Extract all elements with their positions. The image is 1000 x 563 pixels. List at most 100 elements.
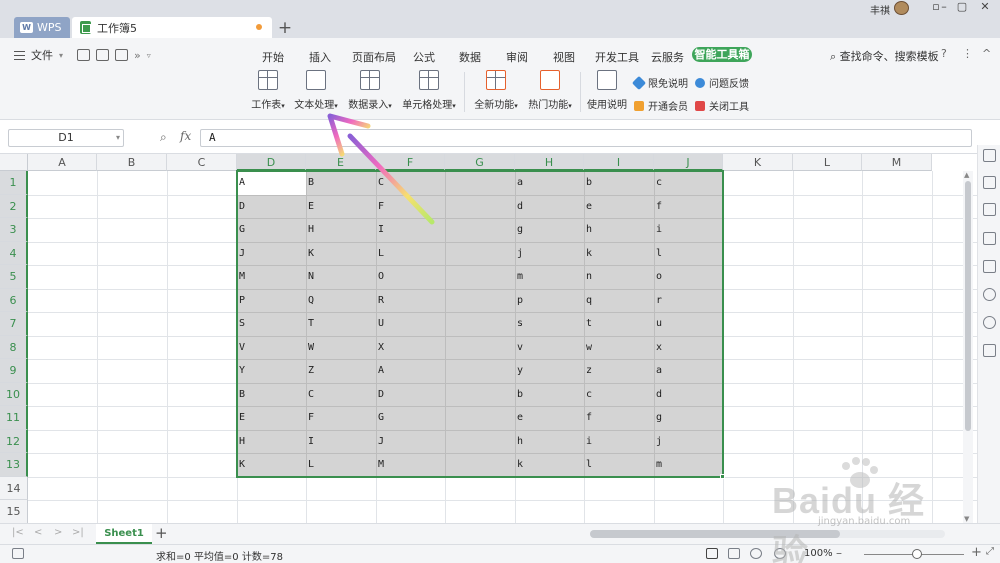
column-header-j[interactable]: J xyxy=(654,154,723,171)
zoom-level[interactable]: 100% xyxy=(804,548,833,559)
add-sheet-button[interactable]: + xyxy=(155,524,168,543)
column-header-k[interactable]: K xyxy=(723,154,793,171)
page-layout-view-icon[interactable] xyxy=(728,548,740,559)
tab-wps[interactable]: W WPS xyxy=(14,17,70,38)
fill-handle[interactable] xyxy=(720,473,725,479)
column-header-g[interactable]: G xyxy=(445,154,515,171)
cell-processing-button[interactable]: 单元格处理▾ xyxy=(400,70,458,111)
tab-page-layout[interactable]: 页面布局 xyxy=(352,49,396,65)
row-header-2[interactable]: 2 xyxy=(0,194,28,218)
data-entry-button[interactable]: 数据录入▾ xyxy=(345,70,395,111)
collapse-ribbon-icon[interactable]: ^ xyxy=(982,47,991,60)
column-header-a[interactable]: A xyxy=(28,154,97,171)
instructions-button[interactable]: 使用说明 xyxy=(586,70,628,111)
column-header-l[interactable]: L xyxy=(793,154,862,171)
command-search[interactable]: ⌕ 查找命令、搜索模板 xyxy=(830,48,939,64)
history-icon[interactable] xyxy=(983,288,996,301)
row-header-15[interactable]: 15 xyxy=(0,500,28,523)
tab-formulas[interactable]: 公式 xyxy=(413,49,435,65)
customize-icon[interactable]: ▿ xyxy=(147,51,151,60)
tab-developer[interactable]: 开发工具 xyxy=(595,49,639,65)
maximize-button[interactable]: ▢ xyxy=(952,0,972,14)
more-icon[interactable]: » xyxy=(134,49,141,62)
select-all-corner[interactable] xyxy=(0,154,28,171)
row-header-11[interactable]: 11 xyxy=(0,406,28,430)
menu-icon[interactable] xyxy=(14,50,25,60)
worksheet-button[interactable]: 工作表▾ xyxy=(248,70,288,111)
scroll-up-icon[interactable]: ▲ xyxy=(964,171,969,179)
row-header-14[interactable]: 14 xyxy=(0,476,28,500)
macro-icon[interactable] xyxy=(12,548,24,559)
user-name[interactable]: 丰祺 xyxy=(870,2,890,17)
save-icon[interactable] xyxy=(96,49,110,61)
row-header-8[interactable]: 8 xyxy=(0,335,28,359)
zoom-icon[interactable]: ⌕ xyxy=(160,130,167,145)
row-header-5[interactable]: 5 xyxy=(0,265,28,289)
vertical-scroll-thumb[interactable] xyxy=(965,181,971,431)
avatar[interactable] xyxy=(894,1,909,15)
pointer-icon[interactable] xyxy=(983,149,996,162)
zoom-slider-knob[interactable] xyxy=(912,549,922,559)
row-header-6[interactable]: 6 xyxy=(0,288,28,312)
zoom-out-button[interactable]: – xyxy=(836,546,842,560)
tab-home[interactable]: 开始 xyxy=(262,49,284,65)
file-menu[interactable]: 文件 xyxy=(31,47,53,63)
formula-input[interactable]: A xyxy=(200,129,972,147)
row-header-7[interactable]: 7 xyxy=(0,312,28,336)
help-icon[interactable] xyxy=(983,316,996,329)
close-button[interactable]: ✕ xyxy=(975,0,995,14)
open-icon[interactable] xyxy=(77,49,91,61)
more-options-icon[interactable]: ⋮ xyxy=(962,47,973,60)
row-header-10[interactable]: 10 xyxy=(0,382,28,406)
normal-view-icon[interactable] xyxy=(706,548,718,559)
close-tool-link[interactable]: 关闭工具 xyxy=(695,98,749,113)
new-features-button[interactable]: 全新功能▾ xyxy=(471,70,521,111)
name-box[interactable]: D1 ▾ xyxy=(8,129,124,147)
column-header-i[interactable]: I xyxy=(584,154,654,171)
new-tab-button[interactable]: + xyxy=(276,18,294,38)
settings-icon[interactable] xyxy=(983,203,996,216)
next-sheet-icon[interactable]: > xyxy=(54,527,62,538)
feedback-link[interactable]: 问题反馈 xyxy=(695,75,749,90)
print-icon[interactable] xyxy=(115,49,129,61)
row-header-13[interactable]: 13 xyxy=(0,453,28,477)
scroll-down-icon[interactable]: ▼ xyxy=(964,515,969,523)
page-break-view-icon[interactable] xyxy=(750,548,762,559)
row-header-9[interactable]: 9 xyxy=(0,359,28,383)
spreadsheet-grid[interactable]: A B C D E F G H I J K L M 1 2 3 4 5 6 7 8 9 10 11 12 13 14 15 A B Ca b c… xyxy=(0,154,977,523)
column-header-d[interactable]: D xyxy=(237,154,306,171)
tab-view[interactable]: 视图 xyxy=(553,49,575,65)
membership-link[interactable]: 开通会员 xyxy=(634,98,688,113)
minimize-button[interactable]: – xyxy=(934,0,954,14)
first-sheet-icon[interactable]: |< xyxy=(12,527,24,538)
fullscreen-icon[interactable]: ⤢ xyxy=(986,546,994,557)
tab-review[interactable]: 审阅 xyxy=(506,49,528,65)
tab-cloud[interactable]: 云服务 xyxy=(651,49,684,65)
prev-sheet-icon[interactable]: < xyxy=(34,527,42,538)
row-header-4[interactable]: 4 xyxy=(0,241,28,265)
tab-smart-toolbox[interactable]: 智能工具箱 xyxy=(692,47,752,62)
help-icon[interactable]: ? xyxy=(941,47,947,60)
apps-icon[interactable] xyxy=(983,344,996,357)
row-header-3[interactable]: 3 xyxy=(0,218,28,242)
tab-document[interactable]: 工作簿5 xyxy=(72,17,272,38)
column-header-b[interactable]: B xyxy=(97,154,167,171)
text-processing-button[interactable]: 文本处理▾ xyxy=(292,70,340,111)
column-header-m[interactable]: M xyxy=(862,154,932,171)
chevron-down-icon[interactable]: ▾ xyxy=(59,51,63,60)
paste-icon[interactable] xyxy=(983,232,996,245)
template-icon[interactable] xyxy=(983,260,996,273)
row-header-12[interactable]: 12 xyxy=(0,429,28,453)
tab-data[interactable]: 数据 xyxy=(459,49,481,65)
tab-insert[interactable]: 插入 xyxy=(309,49,331,65)
row-header-1[interactable]: 1 xyxy=(0,171,28,195)
function-icon[interactable]: fx xyxy=(180,129,191,143)
free-limit-info[interactable]: 限免说明 xyxy=(631,75,688,90)
zoom-in-button[interactable]: + xyxy=(971,545,982,560)
horizontal-scroll-thumb[interactable] xyxy=(590,530,840,538)
eye-protection-icon[interactable] xyxy=(774,548,786,559)
sheet-tab-sheet1[interactable]: Sheet1 xyxy=(96,524,152,544)
vertical-scrollbar[interactable]: ▲ ▼ xyxy=(963,171,973,523)
horizontal-scrollbar[interactable] xyxy=(590,530,945,538)
shapes-icon[interactable] xyxy=(983,176,996,189)
